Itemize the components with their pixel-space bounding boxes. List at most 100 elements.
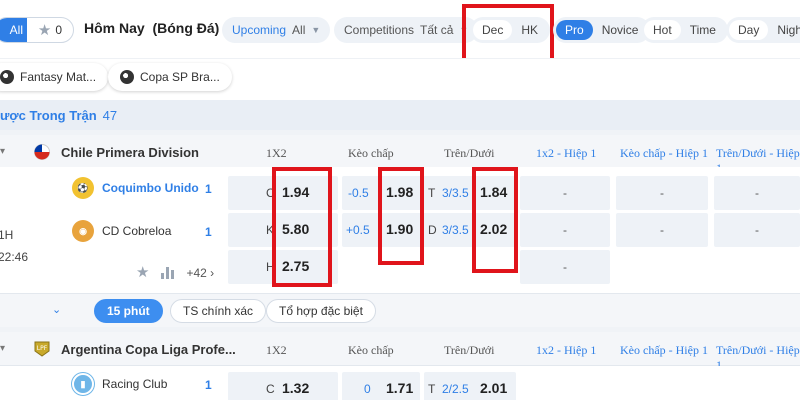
odds-handicap-h1[interactable]: -	[616, 176, 708, 210]
col-handicap: Kèo chấp	[348, 343, 394, 357]
col-handicap: Kèo chấp	[348, 146, 394, 160]
page-title: Hôm Nay (Bóng Đá)	[84, 20, 219, 36]
match-row: ▮ Racing Club 1 C 1.32 0 1.71 T 2/2.5 2.…	[0, 366, 800, 400]
featured-chips: Fantasy Mat... Copa SP Bra...	[0, 58, 800, 100]
chile-flag-icon	[34, 144, 50, 160]
match-actions: ★ +42 ›	[136, 265, 214, 280]
odds-under[interactable]: D 3/3.5 2.02	[424, 213, 516, 247]
team-logo-icon: ◉	[72, 220, 94, 242]
empty-odds: -	[660, 186, 664, 200]
chevron-down-icon: ▼	[311, 25, 321, 35]
empty-odds: -	[755, 223, 759, 237]
team-logo-icon: ▮	[72, 373, 94, 395]
all-button[interactable]: All	[0, 18, 27, 42]
odds-value: 1.94	[282, 184, 310, 200]
more-markets-button[interactable]: +42 ›	[186, 266, 214, 280]
match-clock: 22:46	[0, 250, 29, 264]
chip-label: Copa SP Bra...	[140, 70, 220, 84]
view-toggle: Day Night	[726, 17, 800, 43]
empty-odds: -	[660, 223, 664, 237]
odds-ou-h1[interactable]: -	[714, 176, 800, 210]
ou-line: 3/3.5	[442, 186, 469, 200]
odds-format-toggle: Dec HK	[470, 17, 551, 43]
ou-line: 2/2.5	[442, 382, 469, 396]
odds-format-dec[interactable]: Dec	[473, 20, 513, 40]
odds-1x2-home[interactable]: C 1.94	[228, 176, 338, 210]
empty-odds: -	[563, 223, 567, 237]
league-name: Argentina Copa Liga Profe...	[61, 342, 236, 357]
odds-1x2-home[interactable]: C 1.32	[228, 372, 338, 400]
odds-label: C	[266, 186, 275, 200]
odds-value: 1.90	[386, 221, 414, 237]
sort-hot[interactable]: Hot	[644, 20, 681, 40]
view-night[interactable]: Night	[768, 20, 800, 40]
odds-value: 1.32	[282, 380, 310, 396]
tab-special-combo[interactable]: Tổ hợp đặc biệt	[266, 299, 376, 323]
home-team[interactable]: ⚽ Coquimbo Unido	[72, 177, 199, 199]
level-pro[interactable]: Pro	[556, 20, 593, 40]
odds-1x2-away[interactable]: H 2.75	[228, 250, 338, 284]
football-icon	[0, 70, 14, 84]
odds-value: 2.01	[480, 380, 508, 396]
upcoming-dropdown[interactable]: Upcoming All ▼	[222, 17, 331, 43]
odds-handicap-home[interactable]: 0 1.71	[342, 372, 420, 400]
market-tabs: ⌄ 15 phút TS chính xác Tổ hợp đặc biệt	[0, 293, 800, 327]
away-team-name: CD Cobreloa	[102, 224, 172, 238]
odds-1x2-draw[interactable]: K 5.80	[228, 213, 338, 247]
empty-odds: -	[755, 186, 759, 200]
page-title-sub: (Bóng Đá)	[152, 20, 220, 36]
view-day[interactable]: Day	[729, 20, 769, 40]
favorites-button[interactable]: ★ 0	[27, 18, 73, 42]
odds-format-hk[interactable]: HK	[512, 20, 547, 40]
level-novice[interactable]: Novice	[593, 20, 648, 40]
competitions-label: Competitions	[344, 23, 415, 37]
tab-correct-score[interactable]: TS chính xác	[170, 299, 267, 323]
sort-toggle: Hot Time	[641, 17, 728, 43]
col-1x2: 1X2	[266, 343, 287, 357]
league-header[interactable]: ▾ LPF Argentina Copa Liga Profe... 1X2 K…	[0, 332, 800, 372]
level-toggle: Pro Novice	[553, 17, 651, 43]
ou-label: D	[428, 223, 437, 237]
odds-1x2-h1[interactable]: -	[520, 176, 610, 210]
col-overunder: Trên/Dưới	[444, 146, 495, 160]
star-icon[interactable]: ★	[136, 265, 149, 280]
favorites-count: 0	[55, 23, 63, 37]
handicap-line: +0.5	[346, 223, 370, 237]
upcoming-label: Upcoming	[232, 23, 287, 37]
odds-value: 5.80	[282, 221, 310, 237]
odds-value: 1.71	[386, 380, 414, 396]
chevron-down-icon[interactable]: ⌄	[52, 303, 61, 316]
odds-ou-h1[interactable]: -	[714, 213, 800, 247]
odds-over[interactable]: T 2/2.5 2.01	[424, 372, 516, 400]
section-header: ược Trong Trận 47	[0, 100, 800, 130]
sort-time[interactable]: Time	[681, 20, 725, 40]
stats-icon[interactable]	[161, 266, 175, 279]
more-markets-count: +42	[186, 265, 207, 280]
odds-label: K	[266, 223, 275, 237]
competitions-dropdown[interactable]: Competitions Tất cả ▼	[334, 17, 479, 43]
odds-over[interactable]: T 3/3.5 1.84	[424, 176, 516, 210]
league-header[interactable]: ▾ Chile Primera Division 1X2 Kèo chấp Tr…	[0, 135, 800, 175]
home-score: 1	[205, 378, 212, 392]
chip-fantasy[interactable]: Fantasy Mat...	[0, 63, 109, 91]
chevron-right-icon: ›	[210, 265, 215, 280]
odds-value: 1.98	[386, 184, 414, 200]
top-bar: All ★ 0 Hôm Nay (Bóng Đá) Upcoming All ▼…	[0, 0, 800, 62]
home-team[interactable]: ▮ Racing Club	[72, 373, 167, 395]
filter-toggle: All ★ 0	[0, 17, 74, 43]
svg-text:LPF: LPF	[37, 345, 48, 352]
chip-copa[interactable]: Copa SP Bra...	[108, 63, 232, 91]
tab-15-minutes[interactable]: 15 phút	[94, 299, 163, 323]
team-logo-icon: ⚽	[72, 177, 94, 199]
handicap-line: -0.5	[348, 186, 369, 200]
odds-1x2-h1[interactable]: -	[520, 213, 610, 247]
odds-handicap-h1[interactable]: -	[616, 213, 708, 247]
odds-value: 1.84	[480, 184, 508, 200]
chevron-down-icon[interactable]: ▾	[0, 343, 5, 354]
chevron-down-icon[interactable]: ▾	[0, 146, 5, 157]
odds-1x2-h1[interactable]: -	[520, 250, 610, 284]
away-team[interactable]: ◉ CD Cobreloa	[72, 220, 171, 242]
col-overunder: Trên/Dưới	[444, 343, 495, 357]
empty-odds: -	[563, 186, 567, 200]
section-count: 47	[102, 107, 118, 123]
